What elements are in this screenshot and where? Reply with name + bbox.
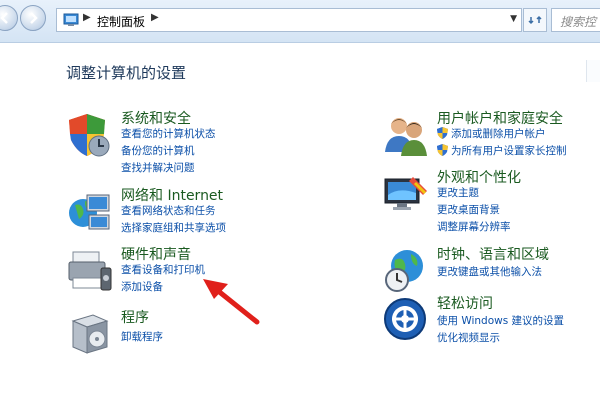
uac-shield-icon [437, 127, 448, 139]
category-title[interactable]: 系统和安全 [121, 108, 191, 128]
link-adjust-resolution[interactable]: 调整屏幕分辨率 [437, 219, 511, 234]
network-globe-icon[interactable] [67, 189, 113, 235]
category-title[interactable]: 轻松访问 [437, 293, 493, 313]
category-title[interactable]: 网络和 Internet [121, 185, 223, 205]
breadcrumb-separator[interactable]: ▶ [83, 12, 91, 23]
address-toolbar: ▶ 控制面板 ▶ ▼ 搜索控 [0, 0, 600, 43]
shield-icon[interactable] [67, 112, 113, 158]
category-title[interactable]: 外观和个性化 [437, 167, 521, 187]
breadcrumb-control-panel[interactable]: 控制面板 [97, 13, 145, 30]
link-optimize-display[interactable]: 优化视频显示 [437, 330, 500, 345]
link-change-theme[interactable]: 更改主题 [437, 185, 479, 200]
link-windows-suggested-settings[interactable]: 使用 Windows 建议的设置 [437, 313, 564, 328]
page-title: 调整计算机的设置 [66, 64, 187, 82]
link-change-desktop-background[interactable]: 更改桌面背景 [437, 202, 500, 217]
link-troubleshoot[interactable]: 查找并解决问题 [121, 160, 195, 175]
link-change-keyboard[interactable]: 更改键盘或其他输入法 [437, 264, 542, 279]
forward-arrow-icon [30, 12, 38, 24]
category-title[interactable]: 程序 [121, 307, 149, 327]
forward-button[interactable] [20, 5, 46, 31]
printer-icon[interactable] [67, 248, 113, 294]
programs-box-icon[interactable] [67, 311, 113, 357]
globe-clock-icon[interactable] [383, 248, 429, 294]
link-homegroup-sharing[interactable]: 选择家庭组和共享选项 [121, 220, 226, 235]
view-by-control[interactable] [586, 60, 600, 82]
users-icon[interactable] [383, 112, 429, 158]
category-title[interactable]: 硬件和声音 [121, 244, 191, 264]
breadcrumb-separator[interactable]: ▶ [151, 12, 159, 23]
link-devices-printers[interactable]: 查看设备和打印机 [121, 262, 205, 277]
refresh-icon [528, 15, 542, 25]
ease-of-access-icon[interactable] [383, 297, 429, 343]
category-title[interactable]: 时钟、语言和区域 [437, 244, 549, 264]
uac-shield-icon [437, 144, 448, 156]
link-add-device[interactable]: 添加设备 [121, 279, 163, 294]
search-input[interactable]: 搜索控 [551, 8, 600, 32]
link-network-status[interactable]: 查看网络状态和任务 [121, 203, 216, 218]
link-parental-controls[interactable]: 为所有用户设置家长控制 [451, 143, 567, 158]
address-bar[interactable]: ▶ 控制面板 ▶ ▼ [56, 8, 522, 32]
chevron-down-icon[interactable]: ▼ [510, 14, 517, 24]
category-title[interactable]: 用户帐户和家庭安全 [437, 108, 563, 128]
link-uninstall-program[interactable]: 卸载程序 [121, 329, 163, 344]
link-add-remove-accounts[interactable]: 添加或删除用户帐户 [451, 126, 546, 141]
control-panel-icon [63, 13, 79, 26]
refresh-button[interactable] [523, 8, 547, 32]
link-backup-computer[interactable]: 备份您的计算机 [121, 143, 195, 158]
back-button[interactable] [0, 5, 18, 31]
back-arrow-icon [0, 12, 8, 24]
link-view-computer-status[interactable]: 查看您的计算机状态 [121, 126, 216, 141]
monitor-icon[interactable] [383, 171, 429, 217]
